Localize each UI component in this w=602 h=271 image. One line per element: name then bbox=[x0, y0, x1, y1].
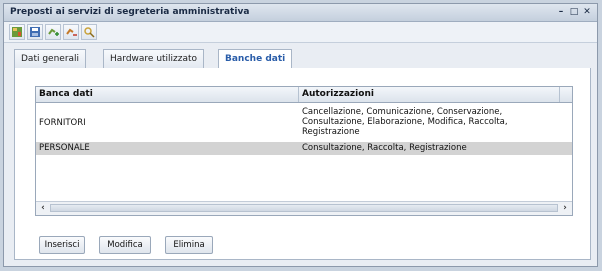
tab-hardware-utilizzato[interactable]: Hardware utilizzato bbox=[103, 49, 205, 68]
grid-header: Banca dati Autorizzazioni bbox=[36, 87, 572, 103]
cell-autorizzazioni: Cancellazione, Comunicazione, Conservazi… bbox=[302, 107, 508, 137]
data-grid: Banca dati Autorizzazioni FORNITORI Canc… bbox=[35, 86, 573, 216]
scrollbar-thumb[interactable] bbox=[50, 204, 558, 212]
minimize-icon[interactable]: – bbox=[555, 6, 567, 18]
scroll-left-icon[interactable]: ‹ bbox=[37, 202, 49, 214]
remove-icon[interactable] bbox=[63, 24, 79, 40]
tab-banche-dati[interactable]: Banche dati bbox=[218, 49, 293, 69]
column-divider[interactable] bbox=[559, 87, 560, 102]
maximize-icon[interactable]: □ bbox=[568, 6, 580, 18]
tab-dati-generali[interactable]: Dati generali bbox=[14, 49, 87, 68]
toolbar bbox=[4, 22, 597, 43]
add-icon[interactable] bbox=[45, 24, 61, 40]
cell-autorizzazioni: Consultazione, Raccolta, Registrazione bbox=[302, 143, 467, 153]
table-row[interactable]: FORNITORI Cancellazione, Comunicazione, … bbox=[36, 107, 572, 141]
save-icon[interactable] bbox=[27, 24, 43, 40]
table-row-selected[interactable]: PERSONALE Consultazione, Raccolta, Regis… bbox=[36, 142, 572, 155]
app-window: Preposti ai servizi di segreteria ammini… bbox=[3, 3, 598, 267]
column-header-autorizzazioni[interactable]: Autorizzazioni bbox=[299, 87, 559, 102]
cell-banca-dati: PERSONALE bbox=[39, 143, 90, 153]
title-bar[interactable]: Preposti ai servizi di segreteria ammini… bbox=[4, 4, 597, 22]
cell-banca-dati: FORNITORI bbox=[39, 118, 86, 128]
delete-button[interactable]: Elimina bbox=[165, 236, 213, 254]
scroll-right-icon[interactable]: › bbox=[559, 202, 571, 214]
close-icon[interactable]: ✕ bbox=[581, 6, 593, 18]
tab-panel: Banca dati Autorizzazioni FORNITORI Canc… bbox=[14, 68, 591, 260]
search-icon[interactable] bbox=[81, 24, 97, 40]
column-header-banca-dati[interactable]: Banca dati bbox=[36, 87, 298, 102]
window-controls: – □ ✕ bbox=[555, 6, 593, 18]
window-title: Preposti ai servizi di segreteria ammini… bbox=[10, 7, 250, 17]
insert-button[interactable]: Inserisci bbox=[39, 236, 85, 254]
horizontal-scrollbar[interactable]: ‹ › bbox=[36, 201, 572, 215]
edit-button[interactable]: Modifica bbox=[99, 236, 151, 254]
list-icon[interactable] bbox=[9, 24, 25, 40]
